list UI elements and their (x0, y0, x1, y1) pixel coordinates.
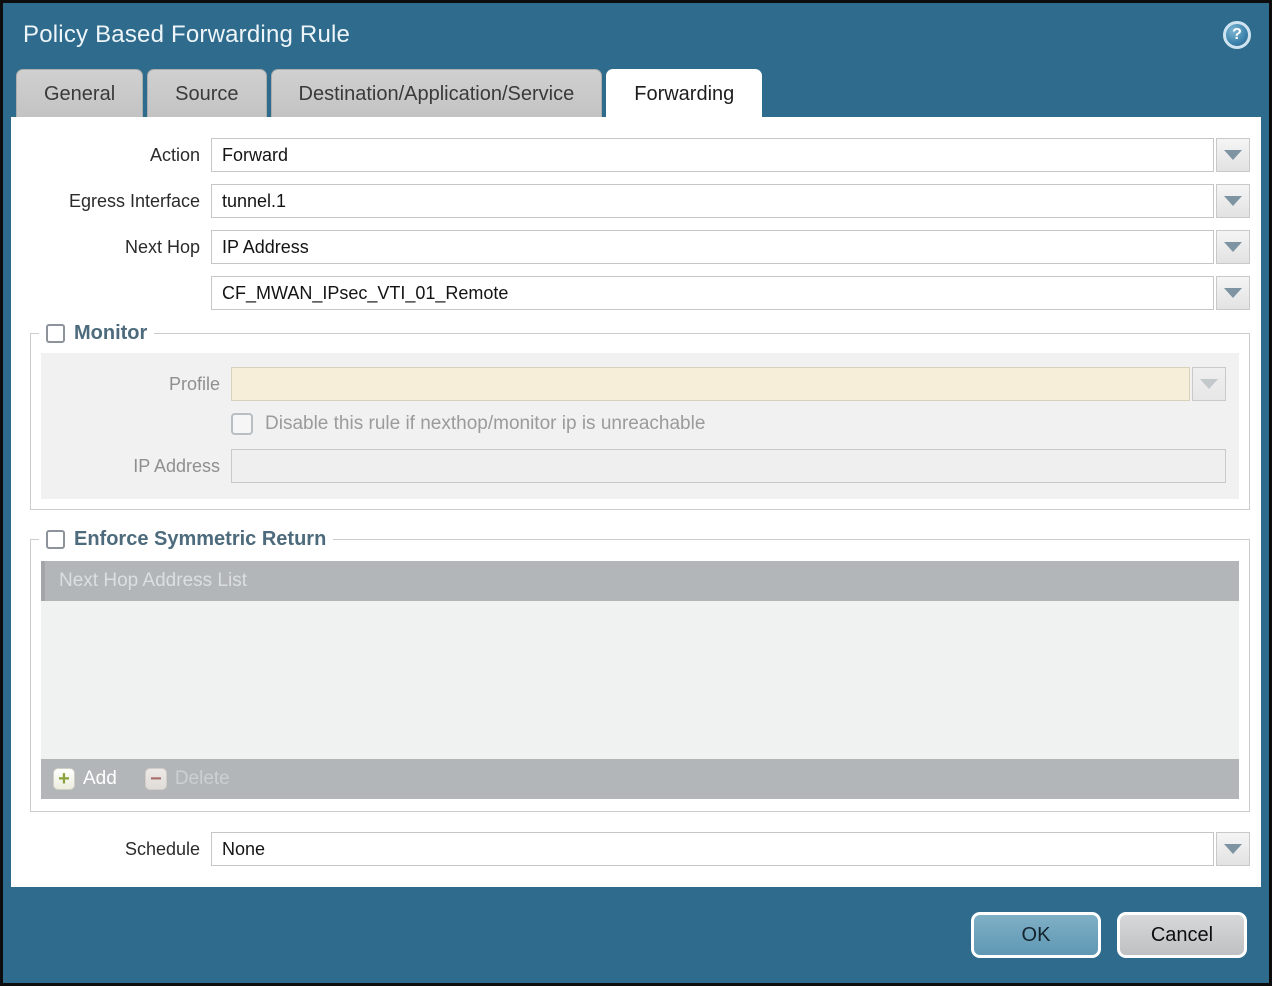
tab-bar: General Source Destination/Application/S… (3, 67, 1269, 117)
chevron-down-icon (1224, 196, 1242, 206)
egress-interface-input[interactable] (211, 184, 1214, 218)
monitor-profile-label: Profile (41, 374, 231, 395)
add-button-label: Add (83, 768, 117, 790)
action-dropdown-button[interactable] (1216, 138, 1250, 172)
egress-interface-combobox (211, 184, 1250, 218)
table-header-next-hop-address-list: Next Hop Address List (41, 561, 1239, 601)
forwarding-tab-panel: Action Egress Interface Next Hop (11, 117, 1261, 887)
schedule-label: Schedule (11, 839, 211, 860)
monitor-ip-address-input (231, 449, 1226, 483)
schedule-input[interactable] (211, 832, 1214, 866)
dialog-footer: OK Cancel (3, 887, 1269, 983)
next-hop-address-combobox (211, 276, 1250, 310)
monitor-legend: Monitor (39, 322, 154, 345)
table-footer: + Add − Delete (41, 759, 1239, 799)
monitor-ip-address-field (231, 449, 1226, 483)
delete-button: − Delete (145, 768, 230, 790)
next-hop-address-dropdown-button[interactable] (1216, 276, 1250, 310)
monitor-profile-row: Profile (41, 367, 1226, 401)
action-combobox (211, 138, 1250, 172)
add-plus-icon: + (53, 768, 75, 790)
next-hop-address-input[interactable] (211, 276, 1214, 310)
enforce-symmetric-return-title: Enforce Symmetric Return (74, 528, 326, 551)
chevron-down-icon (1200, 379, 1218, 389)
monitor-disable-rule-row: Disable this rule if nexthop/monitor ip … (231, 413, 1226, 435)
cancel-button[interactable]: Cancel (1117, 912, 1247, 958)
tab-forwarding[interactable]: Forwarding (606, 69, 762, 117)
tab-general[interactable]: General (16, 69, 143, 117)
next-hop-type-combobox (211, 230, 1250, 264)
dialog-title: Policy Based Forwarding Rule (23, 21, 1223, 49)
chevron-down-icon (1224, 844, 1242, 854)
next-hop-row: Next Hop (11, 230, 1250, 264)
symmetric-return-legend: Enforce Symmetric Return (39, 528, 333, 551)
disable-rule-checkbox (231, 413, 253, 435)
add-button[interactable]: + Add (53, 768, 117, 790)
help-icon[interactable]: ? (1223, 21, 1251, 49)
monitor-ip-address-row: IP Address (41, 449, 1226, 483)
enforce-symmetric-return-checkbox[interactable] (46, 530, 65, 549)
disable-rule-label: Disable this rule if nexthop/monitor ip … (265, 413, 705, 435)
chevron-down-icon (1224, 242, 1242, 252)
action-input[interactable] (211, 138, 1214, 172)
next-hop-type-dropdown-button[interactable] (1216, 230, 1250, 264)
schedule-combobox (211, 832, 1250, 866)
schedule-dropdown-button[interactable] (1216, 832, 1250, 866)
monitor-profile-dropdown-button (1192, 367, 1226, 401)
enforce-symmetric-return-section: Enforce Symmetric Return Next Hop Addres… (30, 528, 1250, 812)
titlebar: Policy Based Forwarding Rule ? (3, 3, 1269, 67)
monitor-section-title: Monitor (74, 322, 147, 345)
next-hop-address-list-table: Next Hop Address List + Add − Delete (41, 561, 1239, 799)
tab-source[interactable]: Source (147, 69, 266, 117)
delete-button-label: Delete (175, 768, 230, 790)
schedule-row: Schedule (11, 832, 1250, 866)
next-hop-label: Next Hop (11, 237, 211, 258)
monitor-section: Monitor Profile Disable this rule if nex… (30, 322, 1250, 510)
monitor-profile-combobox (231, 367, 1226, 401)
monitor-panel: Profile Disable this rule if nexthop/mon… (41, 353, 1239, 499)
monitor-checkbox[interactable] (46, 324, 65, 343)
chevron-down-icon (1224, 150, 1242, 160)
delete-minus-icon: − (145, 768, 167, 790)
monitor-ip-address-label: IP Address (41, 456, 231, 477)
next-hop-type-input[interactable] (211, 230, 1214, 264)
egress-interface-row: Egress Interface (11, 184, 1250, 218)
egress-interface-label: Egress Interface (11, 191, 211, 212)
ok-button[interactable]: OK (971, 912, 1101, 958)
egress-interface-dropdown-button[interactable] (1216, 184, 1250, 218)
action-label: Action (11, 145, 211, 166)
tab-destination-application-service[interactable]: Destination/Application/Service (271, 69, 603, 117)
monitor-profile-input (231, 367, 1190, 401)
action-row: Action (11, 138, 1250, 172)
next-hop-address-row (11, 276, 1250, 310)
policy-based-forwarding-dialog: Policy Based Forwarding Rule ? General S… (0, 0, 1272, 986)
next-hop-address-list-body[interactable] (41, 601, 1239, 759)
chevron-down-icon (1224, 288, 1242, 298)
